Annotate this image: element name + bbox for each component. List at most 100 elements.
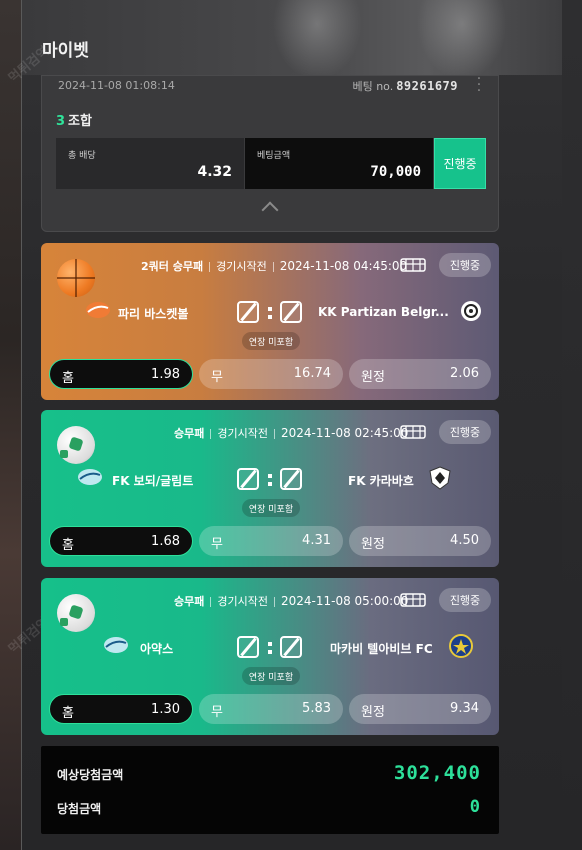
total-odds-box: 총 배당 4.32 (56, 138, 244, 189)
home-team-logo-icon (78, 469, 102, 485)
match-datetime: 2024-11-08 02:45:00 (280, 426, 409, 440)
soccer-ball-icon (57, 426, 95, 464)
stadium-icon[interactable] (400, 422, 426, 440)
won-amount-label: 당첨금액 (57, 802, 102, 816)
bet-amount-value: 70,000 (370, 164, 421, 180)
home-odds-value: 1.30 (151, 702, 180, 717)
home-label: 홈 (62, 538, 74, 553)
match-card: 승무패 경기시작전 2024-11-08 02:45:00 진행중 FK 보되/글림… (41, 410, 499, 567)
overtime-excluded-badge: 연장 미포함 (242, 499, 300, 517)
away-odds-button[interactable]: 원정 4.50 (349, 526, 491, 556)
bet-summary-card: 2024-11-08 01:08:14 베팅 no. 89261679 · · · 3… (41, 72, 499, 232)
stadium-icon[interactable] (400, 590, 426, 608)
away-odds-value: 9.34 (450, 701, 479, 716)
away-odds-value: 4.50 (450, 533, 479, 548)
header-player-image (417, 0, 507, 75)
score-separator (268, 472, 272, 488)
match-state: 경기시작전 (217, 427, 268, 440)
overtime-excluded-badge: 연장 미포함 (242, 667, 300, 685)
match-meta: 승무패 경기시작전 2024-11-08 02:45:00 (174, 425, 408, 441)
home-team-name: 아약스 (140, 642, 174, 656)
away-team-name: 마카비 텔아비브 FC (330, 642, 433, 656)
away-team-name: FK 카라바흐 (348, 474, 414, 488)
expected-win-value: 302,400 (393, 762, 481, 784)
away-score-placeholder (280, 468, 302, 490)
draw-label: 무 (211, 370, 223, 385)
match-datetime: 2024-11-08 05:00:00 (280, 594, 409, 608)
home-label: 홈 (62, 371, 74, 386)
more-options-icon[interactable]: · · · (476, 72, 482, 98)
score-separator (268, 305, 272, 321)
home-odds-button[interactable]: 홈 1.98 (49, 359, 193, 389)
home-odds-value: 1.98 (151, 367, 180, 382)
combo-count: 3 조합 (56, 110, 92, 129)
home-team-name: FK 보되/글림트 (112, 474, 194, 488)
bet-type: 2쿼터 승무패 (141, 260, 204, 273)
away-team-name: KK Partizan Belgr... (318, 305, 449, 319)
bet-type: 승무패 (174, 595, 205, 608)
bet-type: 승무패 (174, 427, 205, 440)
draw-odds-value: 16.74 (293, 366, 331, 381)
header-player-image (272, 0, 362, 75)
live-status-badge[interactable]: 진행중 (439, 588, 491, 612)
home-score-placeholder (237, 301, 259, 323)
background-right-strip (562, 0, 582, 850)
away-label: 원정 (361, 537, 385, 552)
home-score-placeholder (237, 636, 259, 658)
combo-count-label: 조합 (68, 114, 92, 129)
home-team-logo-icon (86, 302, 110, 318)
match-meta: 2쿼터 승무패 경기시작전 2024-11-08 04:45:00 (141, 258, 407, 274)
match-meta: 승무패 경기시작전 2024-11-08 05:00:00 (174, 593, 408, 609)
bet-number-value: 89261679 (396, 79, 458, 93)
chevron-up-icon[interactable] (261, 201, 279, 219)
basketball-icon (57, 259, 95, 297)
bet-number: 베팅 no. 89261679 (352, 78, 458, 94)
total-odds-value: 4.32 (197, 164, 232, 180)
away-score-placeholder (280, 636, 302, 658)
bet-amount-box: 베팅금액 70,000 (245, 138, 433, 189)
overtime-excluded-badge: 연장 미포함 (242, 332, 300, 350)
draw-odds-button[interactable]: 무 16.74 (199, 359, 343, 389)
home-team-name: 파리 바스켓볼 (118, 307, 189, 321)
away-label: 원정 (361, 370, 385, 385)
home-odds-value: 1.68 (151, 534, 180, 549)
panel-header: 마이벳 (22, 0, 562, 75)
away-team-logo-icon (429, 466, 451, 490)
away-odds-button[interactable]: 원정 2.06 (349, 359, 491, 389)
bet-amount-label: 베팅금액 (257, 151, 291, 161)
combo-count-number: 3 (56, 114, 66, 129)
away-odds-button[interactable]: 원정 9.34 (349, 694, 491, 724)
away-score-placeholder (280, 301, 302, 323)
home-team-logo-icon (104, 637, 128, 653)
live-status-badge[interactable]: 진행중 (439, 253, 491, 277)
soccer-ball-icon (57, 594, 95, 632)
draw-label: 무 (211, 537, 223, 552)
match-card: 승무패 경기시작전 2024-11-08 05:00:00 진행중 아약스 마카비 … (41, 578, 499, 735)
payout-summary: 예상당첨금액 302,400 당첨금액 0 (41, 746, 499, 834)
bet-datetime: 2024-11-08 01:08:14 (58, 79, 175, 92)
away-team-logo-icon (461, 301, 481, 321)
home-odds-button[interactable]: 홈 1.68 (49, 526, 193, 556)
won-amount-value: 0 (469, 797, 481, 817)
stadium-icon[interactable] (400, 255, 426, 273)
draw-odds-value: 5.83 (302, 701, 331, 716)
total-odds-label: 총 배당 (68, 151, 96, 161)
expected-win-label: 예상당첨금액 (57, 768, 124, 782)
match-card: 2쿼터 승무패 경기시작전 2024-11-08 04:45:00 진행중 파리 바… (41, 243, 499, 400)
away-team-logo-icon (449, 634, 473, 658)
bet-status-button[interactable]: 진행중 (434, 138, 486, 189)
away-label: 원정 (361, 705, 385, 720)
background-left-strip (0, 0, 22, 850)
bet-number-label: 베팅 no. (352, 80, 394, 93)
live-status-badge[interactable]: 진행중 (439, 420, 491, 444)
draw-label: 무 (211, 705, 223, 720)
draw-odds-value: 4.31 (302, 533, 331, 548)
draw-odds-button[interactable]: 무 4.31 (199, 526, 343, 556)
match-state: 경기시작전 (216, 260, 267, 273)
home-odds-button[interactable]: 홈 1.30 (49, 694, 193, 724)
match-datetime: 2024-11-08 04:45:00 (279, 259, 408, 273)
draw-odds-button[interactable]: 무 5.83 (199, 694, 343, 724)
home-label: 홈 (62, 706, 74, 721)
score-separator (268, 640, 272, 656)
home-score-placeholder (237, 468, 259, 490)
